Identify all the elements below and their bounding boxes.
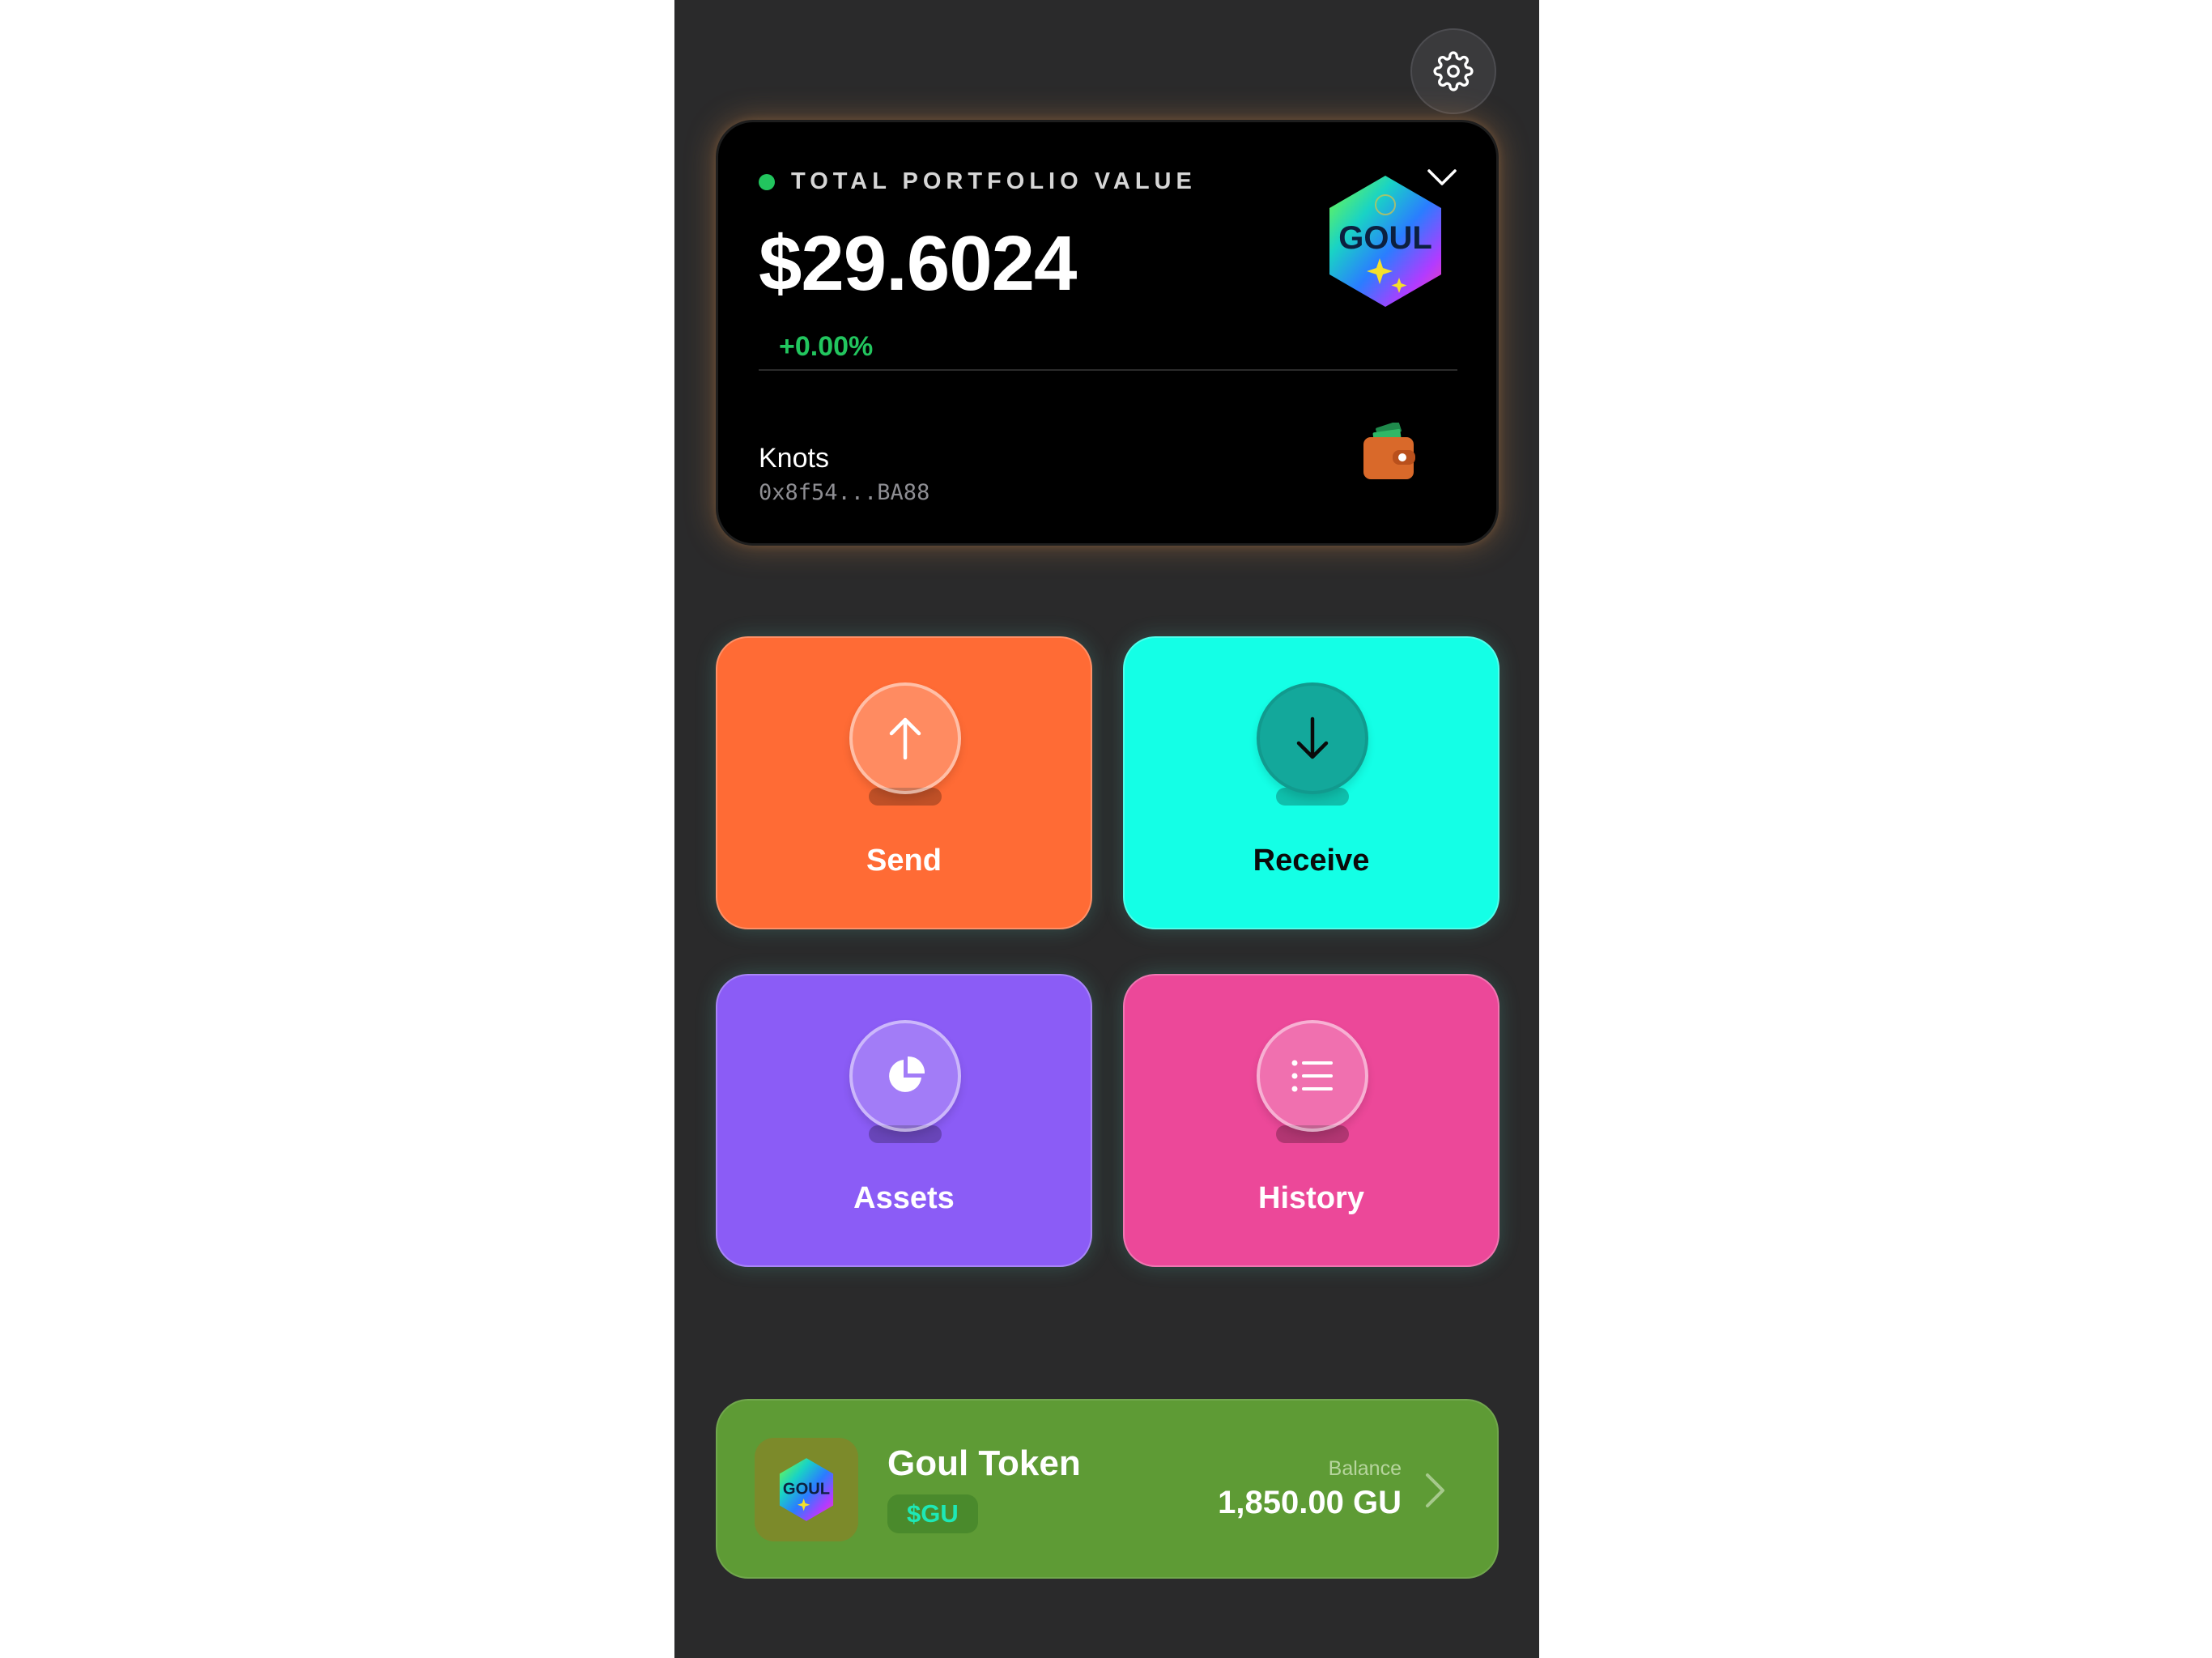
assets-label: Assets [853, 1181, 955, 1215]
card-divider [759, 369, 1457, 371]
portfolio-label: TOTAL PORTFOLIO VALUE [791, 168, 1197, 194]
goul-logo-text: GOUL [1338, 220, 1432, 256]
receive-button[interactable]: Receive [1123, 636, 1499, 929]
send-button[interactable]: Send [716, 636, 1092, 929]
goul-token-logo: GOUL [779, 1458, 834, 1521]
token-symbol-badge: $GU [887, 1494, 978, 1533]
assets-button[interactable]: Assets [716, 974, 1092, 1267]
send-icon-circle [849, 682, 961, 794]
portfolio-change: +0.00% [779, 331, 874, 362]
history-icon-circle [1257, 1020, 1368, 1132]
account-address[interactable]: 0x8f54...BA88 [759, 480, 929, 505]
token-icon: GOUL [755, 1438, 858, 1541]
arrow-up-icon [889, 717, 921, 760]
settings-button[interactable] [1410, 28, 1496, 114]
token-logo-text: GOUL [783, 1480, 830, 1498]
portfolio-card[interactable]: TOTAL PORTFOLIO VALUE $29.6024 +0.00% GO… [716, 120, 1499, 546]
list-icon [1291, 1060, 1333, 1092]
pie-chart-icon [889, 1056, 925, 1092]
balance-value: 1,850.00 GU [1218, 1485, 1402, 1520]
balance-label: Balance [1328, 1457, 1402, 1480]
receive-label: Receive [1253, 844, 1370, 878]
token-name: Goul Token [887, 1443, 1081, 1483]
assets-icon-circle [849, 1020, 961, 1132]
goul-logo: GOUL [1329, 176, 1441, 307]
gear-icon [1433, 51, 1474, 91]
history-button[interactable]: History [1123, 974, 1499, 1267]
portfolio-value: $29.6024 [759, 220, 1077, 307]
receive-icon-circle [1257, 682, 1368, 794]
wallet-icon[interactable] [1362, 423, 1419, 484]
arrow-down-icon [1296, 716, 1329, 759]
app-screen: TOTAL PORTFOLIO VALUE $29.6024 +0.00% GO… [674, 0, 1539, 1658]
chevron-down-icon[interactable] [1426, 168, 1458, 187]
send-label: Send [866, 844, 942, 878]
history-label: History [1258, 1181, 1364, 1215]
account-name: Knots [759, 443, 829, 474]
chevron-right-icon[interactable] [1423, 1472, 1446, 1509]
status-indicator [759, 174, 775, 190]
token-card[interactable]: GOUL Goul Token $GU Balance 1,850.00 GU [716, 1399, 1499, 1579]
